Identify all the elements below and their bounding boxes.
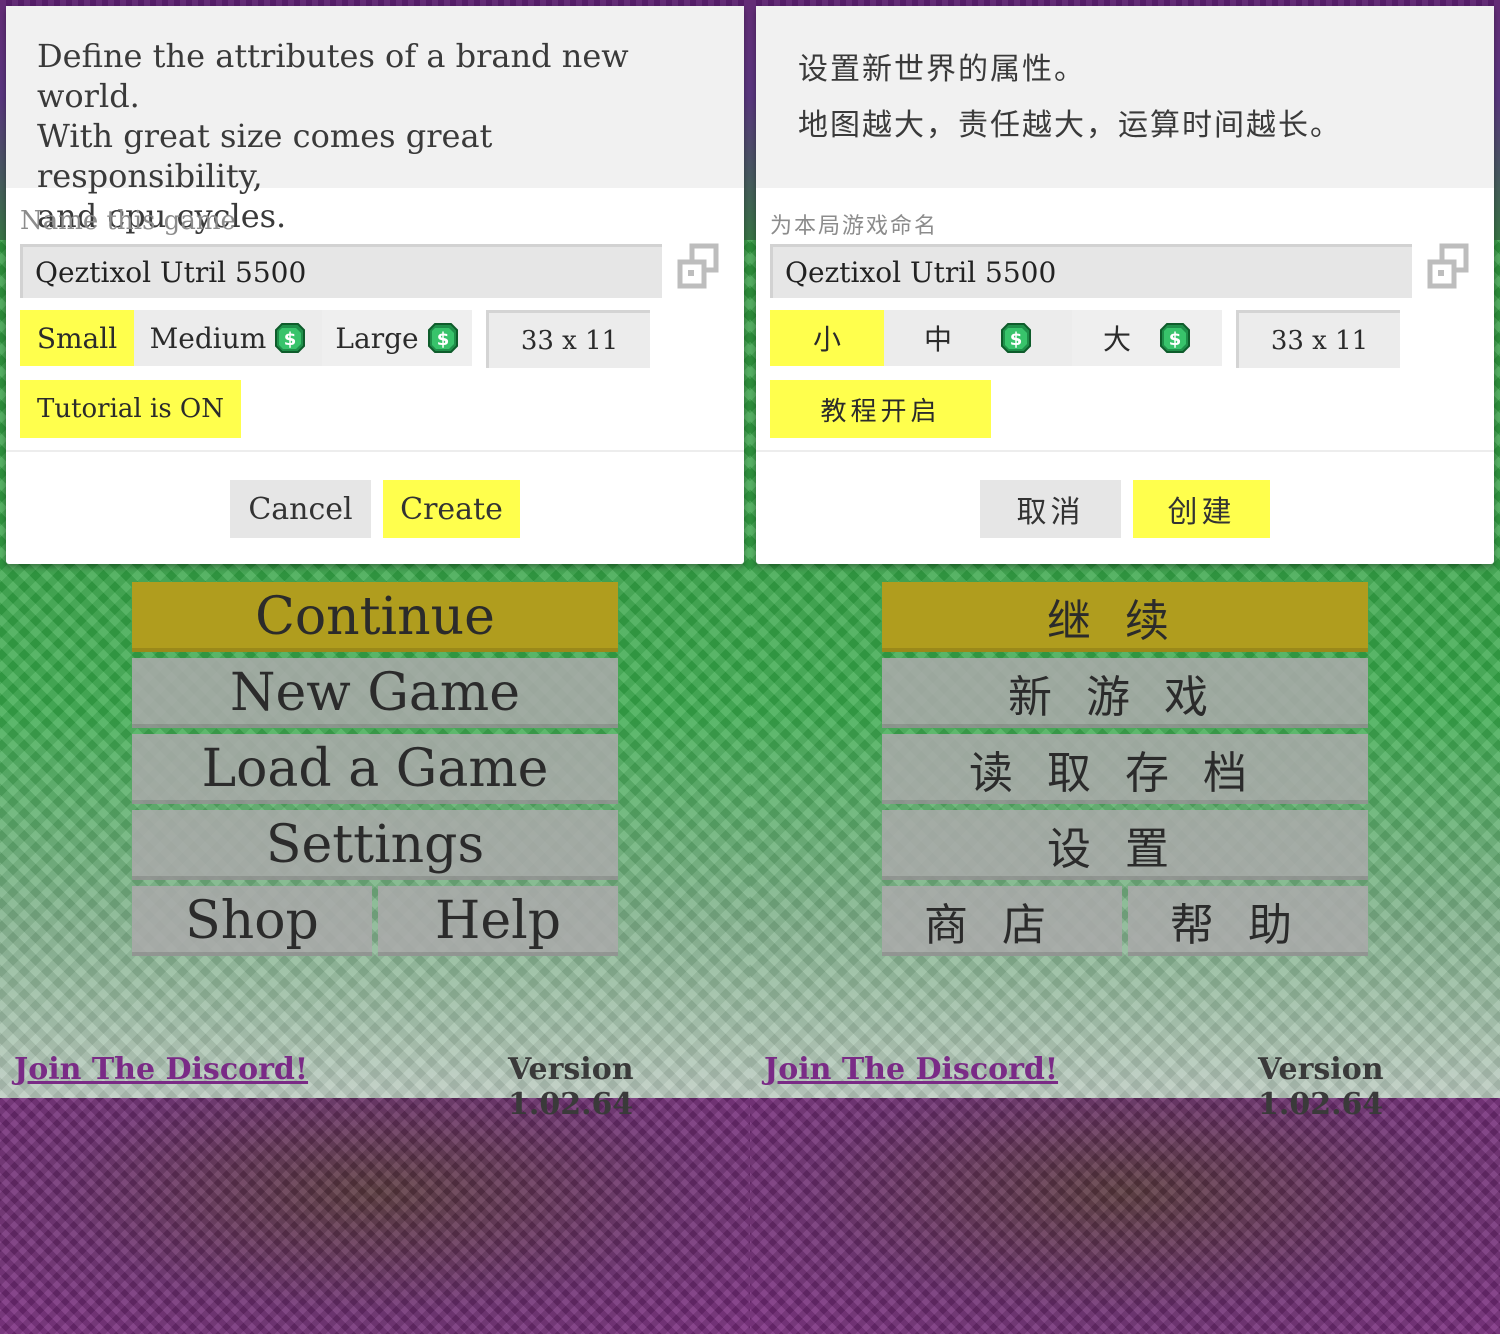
coin-dollar-icon: $ <box>427 323 458 353</box>
discord-link[interactable]: Join The Discord! <box>14 1052 308 1087</box>
settings-button[interactable]: Settings <box>132 810 618 880</box>
continue-button[interactable]: Continue <box>132 582 618 652</box>
randomize-name-dice-icon[interactable] <box>674 242 724 292</box>
size-large-button[interactable]: 大 $ <box>1072 310 1222 366</box>
tutorial-toggle-button[interactable]: 教程开启 <box>770 380 991 438</box>
size-small-button[interactable]: 小 <box>770 310 884 366</box>
size-large-label: Large <box>335 321 419 355</box>
size-small-button[interactable]: Small <box>20 310 134 366</box>
shop-button[interactable]: 商店 <box>882 886 1122 956</box>
chinese-screen: 设置新世界的属性。 地图越大，责任越大，运算时间越长。 为本局游戏命名 小 中 … <box>750 0 1500 1334</box>
cancel-button[interactable]: 取消 <box>980 480 1121 538</box>
new-world-dialog: Define the attributes of a brand new wor… <box>6 6 744 564</box>
coin-dollar-icon: $ <box>1160 323 1190 353</box>
svg-text:$: $ <box>1169 329 1182 350</box>
version-label: Version 1.02.64 <box>1258 1052 1384 1122</box>
create-button[interactable]: Create <box>383 480 520 538</box>
load-game-button[interactable]: Load a Game <box>132 734 618 804</box>
size-medium-button[interactable]: 中 $ <box>884 310 1072 366</box>
size-medium-label: Medium <box>149 321 267 355</box>
size-medium-button[interactable]: Medium $ <box>134 310 322 366</box>
new-world-dialog: 设置新世界的属性。 地图越大，责任越大，运算时间越长。 为本局游戏命名 小 中 … <box>756 6 1494 564</box>
game-name-input[interactable] <box>20 244 662 298</box>
size-medium-label: 中 <box>923 323 952 356</box>
continue-button[interactable]: 继续 <box>882 582 1368 652</box>
shop-button[interactable]: Shop <box>132 886 372 956</box>
world-size-selector: Small Medium $ Large $ <box>20 310 472 366</box>
svg-text:$: $ <box>1010 329 1023 350</box>
dialog-header: Define the attributes of a brand new wor… <box>6 6 744 235</box>
background-bottom <box>750 1098 1500 1334</box>
tutorial-toggle-button[interactable]: Tutorial is ON <box>20 380 241 438</box>
english-screen: Define the attributes of a brand new wor… <box>0 0 750 1334</box>
dialog-header: 设置新世界的属性。 地图越大，责任越大，运算时间越长。 <box>756 6 1494 188</box>
coin-dollar-icon: $ <box>1001 323 1031 353</box>
size-small-label: Small <box>36 321 118 355</box>
create-button[interactable]: 创建 <box>1133 480 1270 538</box>
size-small-label: 小 <box>812 323 841 356</box>
dialog-divider <box>6 450 744 452</box>
discord-link[interactable]: Join The Discord! <box>764 1052 1058 1087</box>
world-size-selector: 小 中 $ 大 $ <box>770 310 1222 366</box>
version-label: Version 1.02.64 <box>508 1052 634 1122</box>
dialog-description: 设置新世界的属性。 地图越大，责任越大，运算时间越长。 <box>798 52 1342 143</box>
name-label: 为本局游戏命名 <box>770 214 939 239</box>
load-game-button[interactable]: 读取存档 <box>882 734 1368 804</box>
world-dimensions: 33 x 11 <box>1236 310 1400 368</box>
game-name-input[interactable] <box>770 244 1412 298</box>
size-large-label: 大 <box>1102 323 1131 356</box>
cancel-button[interactable]: Cancel <box>230 480 371 538</box>
new-game-button[interactable]: New Game <box>132 658 618 728</box>
name-label: Name this game <box>20 206 236 236</box>
randomize-name-dice-icon[interactable] <box>1424 242 1474 292</box>
help-button[interactable]: 帮助 <box>1128 886 1368 956</box>
size-large-button[interactable]: Large $ <box>322 310 472 366</box>
world-dimensions: 33 x 11 <box>486 310 650 368</box>
help-button[interactable]: Help <box>378 886 618 956</box>
settings-button[interactable]: 设置 <box>882 810 1368 880</box>
svg-text:$: $ <box>284 329 297 350</box>
dialog-divider <box>756 450 1494 452</box>
background-bottom <box>0 1098 750 1334</box>
new-game-button[interactable]: 新游戏 <box>882 658 1368 728</box>
coin-dollar-icon: $ <box>275 323 306 353</box>
svg-text:$: $ <box>436 329 449 350</box>
